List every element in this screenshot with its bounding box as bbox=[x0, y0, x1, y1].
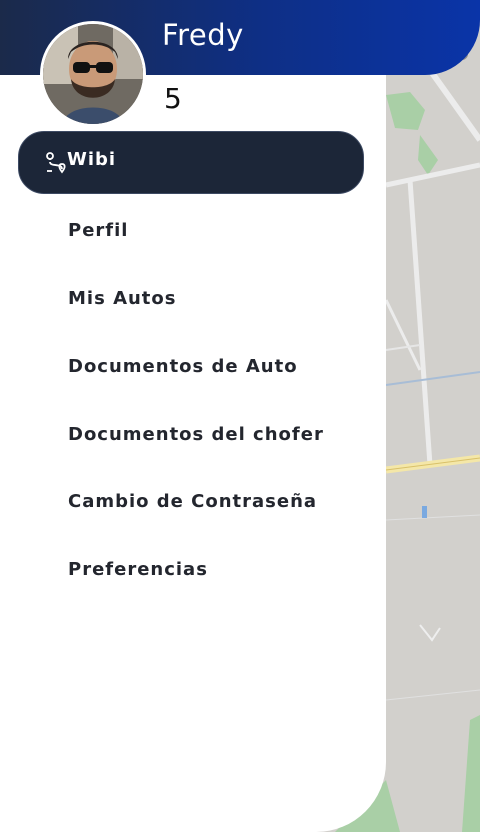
menu-item-label: Wibi bbox=[67, 149, 117, 170]
avatar[interactable] bbox=[40, 21, 146, 127]
menu-item-mis-autos[interactable]: Mis Autos bbox=[68, 284, 177, 314]
menu-item-documentos-chofer[interactable]: Documentos del chofer bbox=[68, 420, 324, 450]
menu-item-wibi[interactable]: Wibi bbox=[18, 131, 364, 194]
menu-item-perfil[interactable]: Perfil bbox=[68, 216, 128, 246]
navigation-drawer: Wibi Perfil Mis Autos Documentos de Auto… bbox=[0, 0, 386, 832]
menu-item-cambio-contrasena[interactable]: Cambio de Contraseña bbox=[68, 487, 317, 517]
menu-item-documentos-auto[interactable]: Documentos de Auto bbox=[68, 352, 298, 382]
user-name: Fredy bbox=[162, 18, 244, 52]
menu-item-preferencias[interactable]: Preferencias bbox=[68, 555, 208, 585]
user-rating: 5 bbox=[164, 82, 182, 115]
route-icon bbox=[46, 152, 66, 174]
profile-photo bbox=[43, 24, 143, 124]
